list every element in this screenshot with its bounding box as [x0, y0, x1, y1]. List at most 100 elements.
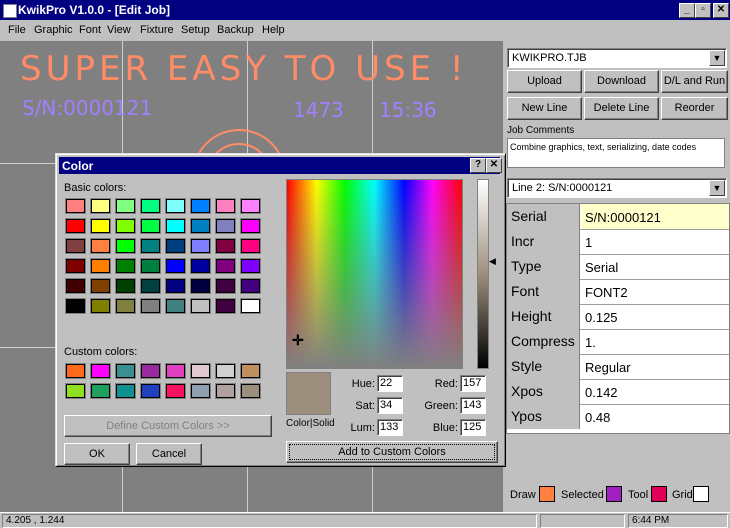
color-swatch[interactable]	[191, 384, 210, 398]
prop-value[interactable]: 1	[581, 229, 729, 254]
color-swatch[interactable]	[241, 364, 260, 378]
file-combo[interactable]: KWIKPRO.TJB ▼	[507, 48, 727, 68]
color-swatch[interactable]	[166, 239, 185, 253]
color-swatch[interactable]	[91, 239, 110, 253]
menu-graphic[interactable]: Graphic	[34, 24, 73, 36]
color-swatch[interactable]	[191, 279, 210, 293]
color-swatch[interactable]	[241, 199, 260, 213]
restore-button[interactable]: ▫	[695, 3, 711, 18]
grid-color-swatch[interactable]	[693, 486, 709, 502]
lum-field[interactable]: 133	[377, 419, 403, 436]
color-spectrum[interactable]	[286, 179, 463, 369]
prop-value[interactable]: Regular	[581, 354, 729, 379]
color-swatch[interactable]	[216, 219, 235, 233]
color-swatch[interactable]	[91, 279, 110, 293]
dl-and-run-button[interactable]: D/L and Run	[661, 70, 728, 93]
chevron-down-icon[interactable]: ▼	[709, 50, 725, 66]
add-to-custom-colors-button[interactable]: Add to Custom Colors	[286, 441, 498, 463]
color-swatch[interactable]	[91, 219, 110, 233]
color-swatch[interactable]	[66, 219, 85, 233]
define-custom-colors-button[interactable]: Define Custom Colors >>	[64, 415, 272, 437]
menu-view[interactable]: View	[107, 24, 131, 36]
hue-field[interactable]: 22	[377, 375, 403, 392]
prop-value[interactable]: Serial	[581, 254, 729, 279]
color-swatch[interactable]	[66, 384, 85, 398]
sat-field[interactable]: 34	[377, 397, 403, 414]
ok-button[interactable]: OK	[64, 443, 130, 465]
menu-help[interactable]: Help	[262, 24, 285, 36]
color-swatch[interactable]	[241, 384, 260, 398]
color-swatch[interactable]	[216, 279, 235, 293]
blue-field[interactable]: 125	[460, 419, 486, 436]
count-text[interactable]: 1473	[293, 98, 344, 122]
delete-line-button[interactable]: Delete Line	[584, 97, 659, 120]
color-swatch[interactable]	[166, 219, 185, 233]
color-swatch[interactable]	[166, 199, 185, 213]
prop-value[interactable]: S/N:0000121	[581, 204, 729, 229]
color-swatch[interactable]	[66, 364, 85, 378]
color-swatch[interactable]	[141, 219, 160, 233]
color-swatch[interactable]	[216, 199, 235, 213]
chevron-down-icon[interactable]: ▼	[709, 180, 725, 196]
color-swatch[interactable]	[191, 364, 210, 378]
color-swatch[interactable]	[241, 259, 260, 273]
color-swatch[interactable]	[216, 384, 235, 398]
color-swatch[interactable]	[141, 259, 160, 273]
color-swatch[interactable]	[116, 199, 135, 213]
color-swatch[interactable]	[116, 364, 135, 378]
color-swatch[interactable]	[116, 219, 135, 233]
red-field[interactable]: 157	[460, 375, 486, 392]
color-swatch[interactable]	[141, 299, 160, 313]
help-icon[interactable]: ?	[470, 158, 486, 173]
job-comments-field[interactable]: Combine graphics, text, serializing, dat…	[507, 138, 725, 168]
color-swatch[interactable]	[166, 279, 185, 293]
color-swatch[interactable]	[241, 219, 260, 233]
menu-setup[interactable]: Setup	[181, 24, 210, 36]
color-swatch[interactable]	[191, 199, 210, 213]
line-combo[interactable]: Line 2: S/N:0000121 ▼	[507, 178, 727, 198]
upload-button[interactable]: Upload	[507, 70, 582, 93]
color-swatch[interactable]	[91, 199, 110, 213]
tool-color-swatch[interactable]	[651, 486, 667, 502]
color-swatch[interactable]	[216, 364, 235, 378]
new-line-button[interactable]: New Line	[507, 97, 582, 120]
color-swatch[interactable]	[116, 299, 135, 313]
luminosity-bar[interactable]	[477, 179, 489, 369]
color-swatch[interactable]	[216, 299, 235, 313]
close-button[interactable]: ✕	[713, 3, 729, 18]
color-swatch[interactable]	[66, 279, 85, 293]
slider-arrow-icon[interactable]: ◀	[489, 256, 496, 267]
color-swatch[interactable]	[191, 239, 210, 253]
color-swatch[interactable]	[116, 279, 135, 293]
prop-value[interactable]: 1.	[581, 329, 729, 354]
headline-text[interactable]: SUPER EASY TO USE !	[20, 49, 468, 89]
color-swatch[interactable]	[191, 299, 210, 313]
color-swatch[interactable]	[191, 219, 210, 233]
color-swatch[interactable]	[241, 299, 260, 313]
prop-value[interactable]: 0.142	[581, 379, 729, 404]
color-swatch[interactable]	[141, 279, 160, 293]
menu-file[interactable]: File	[8, 24, 26, 36]
draw-color-swatch[interactable]	[539, 486, 555, 502]
color-swatch[interactable]	[216, 259, 235, 273]
color-swatch[interactable]	[66, 199, 85, 213]
time-text[interactable]: 15:36	[379, 98, 437, 122]
color-swatch[interactable]	[166, 384, 185, 398]
menu-fixture[interactable]: Fixture	[140, 24, 174, 36]
reorder-button[interactable]: Reorder	[661, 97, 728, 120]
color-swatch[interactable]	[216, 239, 235, 253]
menu-font[interactable]: Font	[79, 24, 101, 36]
crosshair-icon[interactable]: ✛	[292, 332, 304, 349]
close-icon[interactable]: ✕	[486, 158, 502, 173]
color-swatch[interactable]	[141, 364, 160, 378]
minimize-button[interactable]: _	[679, 3, 695, 18]
color-swatch[interactable]	[141, 199, 160, 213]
color-swatch[interactable]	[116, 259, 135, 273]
color-swatch[interactable]	[91, 384, 110, 398]
prop-value[interactable]: 0.48	[581, 404, 729, 429]
selected-color-swatch[interactable]	[606, 486, 622, 502]
color-swatch[interactable]	[166, 259, 185, 273]
serial-text[interactable]: S/N:0000121	[22, 96, 152, 120]
cancel-button[interactable]: Cancel	[136, 443, 202, 465]
green-field[interactable]: 143	[460, 397, 486, 414]
